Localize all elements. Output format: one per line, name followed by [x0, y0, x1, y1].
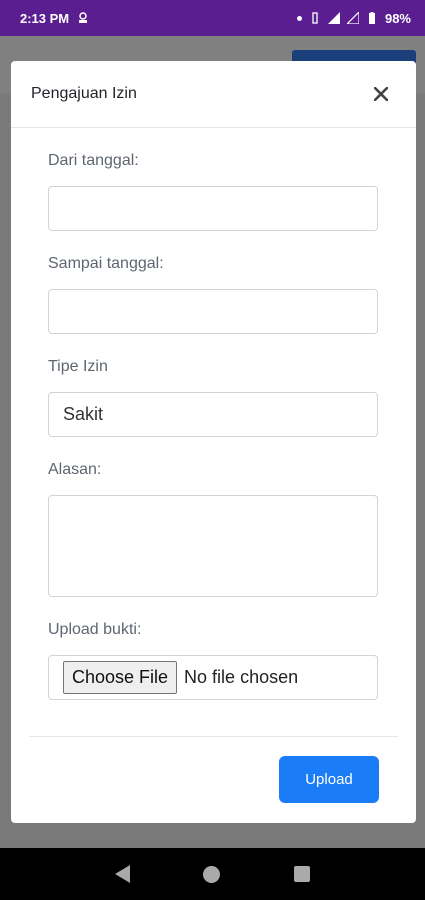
modal-footer-divider	[29, 736, 398, 737]
modal-body: Dari tanggal: Sampai tanggal: Tipe Izin …	[11, 128, 416, 700]
status-bar: 2:13 PM 98%	[0, 0, 425, 36]
to-date-input[interactable]	[48, 289, 378, 334]
proof-group: Upload bukti: Choose File No file chosen	[48, 621, 379, 700]
from-date-label: Dari tanggal:	[48, 152, 139, 169]
close-icon[interactable]	[366, 79, 396, 109]
upload-button[interactable]: Upload	[279, 756, 379, 803]
reason-label: Alasan:	[48, 461, 102, 478]
notification-dot-icon	[296, 15, 302, 21]
signal-2-icon	[346, 12, 359, 24]
leave-request-modal: Pengajuan Izin Dari tanggal: Sampai tang…	[11, 61, 416, 823]
reason-textarea[interactable]	[48, 495, 378, 597]
reason-group: Alasan:	[48, 461, 379, 597]
modal-title: Pengajuan Izin	[31, 85, 137, 102]
system-nav-bar	[0, 848, 425, 900]
file-input[interactable]: Choose File No file chosen	[48, 655, 378, 700]
nav-back-icon[interactable]	[114, 865, 130, 883]
nav-home-icon[interactable]	[203, 865, 221, 883]
status-time: 2:13 PM	[20, 10, 70, 26]
data-speed-icon	[79, 12, 88, 23]
choose-file-button[interactable]: Choose File	[63, 661, 178, 694]
battery-percent: 98%	[384, 10, 411, 26]
signal-icon	[327, 12, 340, 24]
leave-type-label: Tipe Izin	[48, 358, 108, 375]
leave-type-group: Tipe Izin Sakit	[48, 358, 379, 437]
modal-header: Pengajuan Izin	[11, 61, 416, 128]
battery-icon	[368, 12, 375, 24]
from-date-group: Dari tanggal:	[48, 152, 379, 231]
to-date-group: Sampai tanggal:	[48, 255, 379, 334]
from-date-input[interactable]	[48, 186, 378, 231]
proof-label: Upload bukti:	[48, 621, 142, 638]
to-date-label: Sampai tanggal:	[48, 255, 164, 272]
file-status: No file chosen	[184, 667, 299, 687]
vibrate-icon	[312, 12, 318, 24]
leave-type-select[interactable]: Sakit	[48, 392, 378, 437]
nav-recent-icon[interactable]	[294, 866, 311, 882]
